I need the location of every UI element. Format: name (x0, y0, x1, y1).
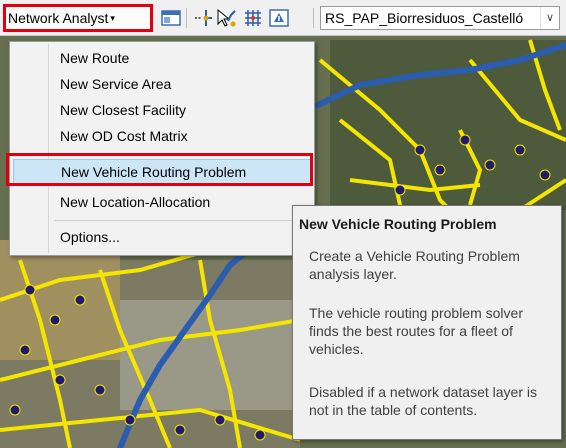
solve-icon[interactable] (268, 7, 290, 29)
collection-point (459, 134, 471, 146)
collection-point (394, 184, 406, 196)
collection-point (434, 164, 446, 176)
network-analyst-toolbar: Network Analyst ▾ RS_PAP_Biorresiduos_Cas… (0, 0, 566, 36)
build-network-icon[interactable] (242, 7, 264, 29)
field-area (0, 240, 120, 360)
menu-item-new-od-cost-matrix[interactable]: New OD Cost Matrix (13, 123, 311, 149)
chevron-down-icon[interactable]: ∨ (540, 7, 559, 29)
collection-point (74, 294, 86, 306)
tooltip-title: New Vehicle Routing Problem (299, 216, 497, 232)
select-move-location-icon[interactable] (215, 7, 237, 29)
collection-point (94, 384, 106, 396)
menu-item-new-closest-facility[interactable]: New Closest Facility (13, 97, 311, 123)
collection-point (414, 144, 426, 156)
menu-separator (54, 220, 306, 221)
toolbar-separator (186, 8, 187, 28)
network-analyst-dropdown-button[interactable]: Network Analyst ▾ (3, 4, 153, 32)
network-analyst-label: Network Analyst (8, 10, 109, 26)
tooltip: New Vehicle Routing Problem Create a Veh… (292, 205, 562, 440)
network-analyst-menu: New Route New Service Area New Closest F… (9, 41, 315, 256)
menu-item-new-vehicle-routing-problem[interactable]: New Vehicle Routing Problem (13, 159, 311, 185)
network-analysis-layer-select[interactable]: RS_PAP_Biorresiduos_Castelló ∨ (320, 6, 560, 30)
tooltip-paragraph: The vehicle routing problem solver finds… (309, 305, 523, 357)
network-analyst-window-icon[interactable] (160, 7, 182, 29)
collection-point (174, 424, 186, 436)
collection-point (484, 159, 496, 171)
chevron-down-icon: ▾ (110, 13, 115, 23)
tooltip-paragraph: Create a Vehicle Routing Problem analysi… (309, 248, 520, 282)
collection-point (214, 414, 226, 426)
collection-point (514, 144, 526, 156)
tooltip-paragraph: Disabled if a network dataset layer is n… (309, 384, 537, 418)
create-network-location-icon[interactable] (192, 7, 214, 29)
collection-point (49, 314, 61, 326)
collection-point (539, 169, 551, 181)
collection-point (9, 404, 21, 416)
menu-item-options[interactable]: Options... (13, 224, 311, 250)
collection-point (54, 374, 66, 386)
collection-point (124, 414, 136, 426)
collection-point (19, 344, 31, 356)
menu-item-new-route[interactable]: New Route (13, 45, 311, 71)
layer-select-value: RS_PAP_Biorresiduos_Castelló (325, 10, 524, 26)
toolbar-separator (313, 8, 314, 28)
menu-item-new-service-area[interactable]: New Service Area (13, 71, 311, 97)
collection-point (254, 429, 266, 441)
menu-item-new-location-allocation[interactable]: New Location-Allocation (13, 189, 311, 215)
collection-point (24, 284, 36, 296)
